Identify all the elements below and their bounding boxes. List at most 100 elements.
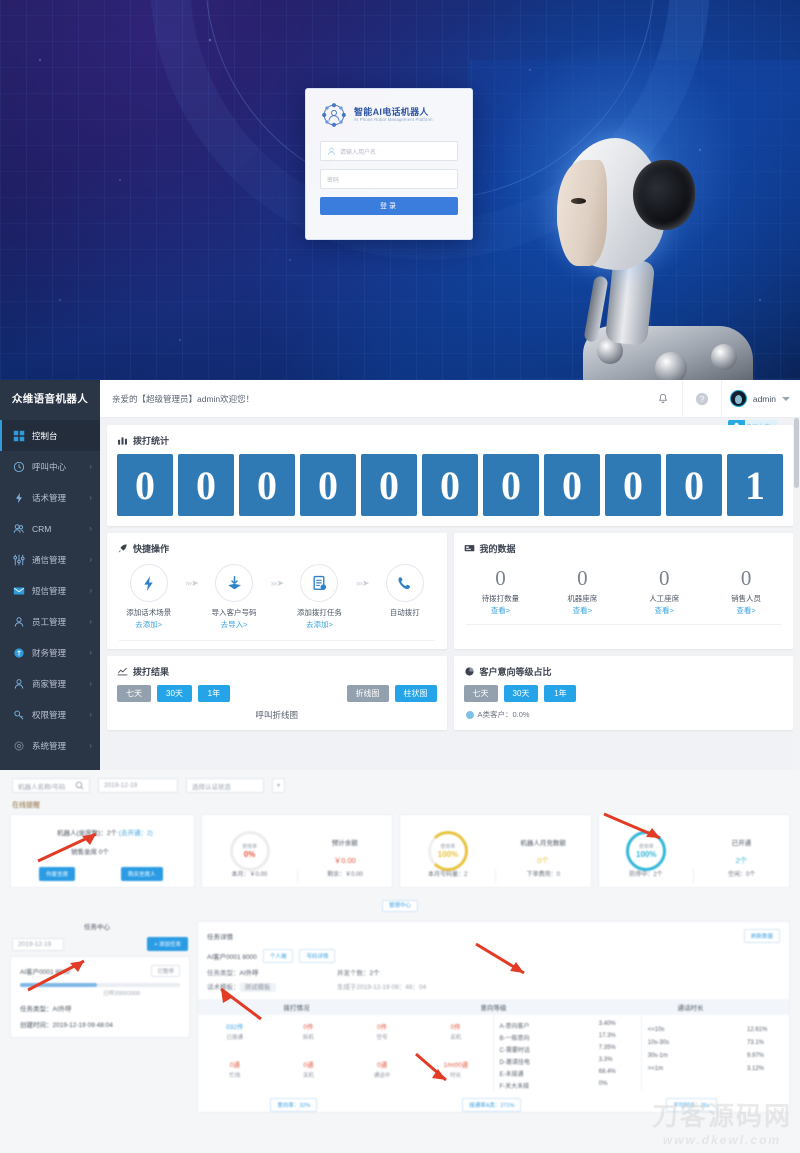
console-screenshot: 众维语音机器人 亲爱的【超级管理员】admin欢迎您！ ? admin 控制台 … (0, 380, 800, 770)
filter-bar: 机器人名称/号码 2019-12-19 选择认证状态 ▾ (0, 770, 800, 793)
sidebar-item-communication[interactable]: 通信管理 › (0, 544, 100, 575)
column-header-intent-level: 意向等级 (480, 1005, 507, 1012)
chevron-right-icon: › (89, 648, 92, 657)
cell-label: 关机 (302, 1073, 314, 1079)
page-scrollbar[interactable] (793, 418, 800, 770)
chevron-right-icon: › (89, 462, 92, 471)
digit-tile: 0 (666, 454, 722, 516)
range-1year-button[interactable]: 1年 (197, 685, 230, 703)
stat-link[interactable]: 查看> (623, 605, 705, 616)
sidebar-item-label: 权限管理 (32, 709, 67, 720)
add-task-button[interactable]: + 添加任务 (147, 937, 188, 951)
stat-link[interactable]: 查看> (705, 605, 787, 616)
chart-type-bar-button[interactable]: 柱状图 (394, 685, 437, 703)
task-list-item[interactable]: AI客户0001 8000 已暂停 已呼2000/2000 任务类型：AI外呼 … (10, 956, 190, 1038)
robot-eye (571, 198, 586, 204)
sidebar-item-staff[interactable]: 员工管理 › (0, 606, 100, 637)
sidebar-item-label: 通信管理 (32, 554, 67, 565)
buy-seat-button[interactable]: 购买坐席人 (121, 867, 163, 881)
robot-seat-link[interactable]: (去开通：2) (119, 830, 153, 837)
task-type-row: 任务类型：AI外呼 (20, 1003, 180, 1013)
number-detail-button[interactable]: 号码详情 (299, 949, 336, 963)
intent-row: A-意向客户 3.40% (494, 1019, 641, 1031)
intent-row: D-邀请挂电 3.3% (494, 1055, 641, 1067)
cell-label: 忙线 (229, 1073, 241, 1079)
usage-gauge: 使用率 100% (626, 831, 667, 871)
username-field[interactable]: 请输入用户名 (320, 141, 458, 161)
cell-label: 关机 (450, 1035, 462, 1041)
range-7days-button[interactable]: 七天 (117, 685, 151, 703)
sidebar-item-merchant[interactable]: 商家管理 › (0, 668, 100, 699)
search-input[interactable]: 机器人名称/号码 (12, 778, 90, 793)
quick-op-step[interactable]: 添加拨打任务 去添加> (288, 564, 350, 630)
intent-value: 3.3% (598, 1056, 613, 1063)
duration-key: 10s-30s (647, 1039, 670, 1046)
stat-link[interactable]: 查看> (460, 605, 542, 616)
chevron-right-icon: › (89, 524, 92, 533)
scrollbar-thumb[interactable] (794, 418, 799, 488)
void-seat-button[interactable]: 作废坐席 (39, 867, 76, 881)
usage-money-card-1: 使用率 0% 预计余额 ￥0.00 本月：￥0.00 剩余：￥0.00 (201, 814, 394, 888)
gauge-value: 100% (636, 850, 657, 859)
manage-center-pill[interactable]: 管理中心 (381, 900, 418, 912)
quick-ops-title-row: 快捷操作 (107, 533, 447, 562)
gauge-value: 0% (243, 850, 256, 859)
money-label: 预计余额 (331, 839, 358, 847)
notifications-button[interactable] (644, 380, 682, 418)
quick-op-step[interactable]: 自动拨打 (374, 564, 436, 617)
watermark: 刀客源码网 www.dkewl.com (652, 1096, 792, 1147)
sidebar-item-script-management[interactable]: 话术管理 › (0, 482, 100, 513)
sidebar-item-permission[interactable]: 权限管理 › (0, 699, 100, 730)
status-cell: 1/m00通 时长 (419, 1053, 493, 1091)
call-result-title-row: 拨打结果 (107, 656, 447, 685)
date-input[interactable]: 2019-12-19 (98, 778, 178, 793)
login-submit-button[interactable]: 登录 (320, 197, 458, 215)
digit-tile: 0 (422, 454, 478, 516)
column-header-call-duration: 通话时长 (677, 1005, 704, 1012)
sidebar-item-label: 财务管理 (32, 647, 67, 658)
step-link[interactable]: 去导入> (221, 619, 248, 630)
duration-value: 73.1% (747, 1039, 765, 1046)
password-field[interactable]: 密码 (320, 169, 458, 189)
intent-ratio-title: 客户意向等级占比 (479, 667, 552, 678)
personal-end-button[interactable]: 个人端 (262, 949, 294, 963)
quick-op-step[interactable]: 添加话术场景 去添加> (118, 564, 180, 630)
console-content: 拨打统计 0 0 0 0 0 0 0 0 0 0 1 快捷操作 添加话术场景 去… (100, 418, 800, 770)
step-label: 自动拨打 (389, 608, 420, 617)
sidebar-item-finance[interactable]: 财务管理 › (0, 637, 100, 668)
footer-left-text: 本月：￥0.00 (231, 872, 268, 878)
sidebar-item-crm[interactable]: CRM › (0, 513, 100, 544)
robot-joint (655, 352, 687, 380)
refresh-data-button[interactable]: 刷新数据 (743, 929, 780, 943)
status-select[interactable]: 选择认证状态 (186, 778, 264, 793)
range-30days-button[interactable]: 30天 (503, 685, 539, 703)
sidebar-item-label: 系统管理 (32, 740, 67, 751)
chart-type-line-button[interactable]: 折线图 (346, 685, 389, 703)
sidebar-item-dashboard[interactable]: 控制台 (0, 420, 100, 451)
help-button[interactable]: ? (683, 380, 721, 418)
range-30days-button[interactable]: 30天 (157, 685, 192, 703)
step-link[interactable]: 去添加> (306, 619, 333, 630)
stat-link[interactable]: 查看> (541, 605, 623, 616)
digit-tile: 1 (727, 454, 783, 516)
task-date-input[interactable]: 2019-12-19 (12, 937, 64, 951)
avatar (729, 390, 747, 407)
range-7days-button[interactable]: 七天 (463, 685, 498, 703)
user-menu[interactable]: admin (722, 380, 800, 418)
footer-right-text: 空闲：0个 (727, 872, 756, 878)
task-time-label: 创建时间： (20, 1022, 53, 1029)
login-title-block: 智能AI电话机器人 AI Phone Robot Management Plat… (354, 107, 433, 122)
sidebar-item-sms[interactable]: 短信管理 › (0, 575, 100, 606)
quick-op-step[interactable]: 导入客户号码 去导入> (203, 564, 265, 630)
sidebar-item-call-center[interactable]: 呼叫中心 › (0, 451, 100, 482)
connect-rate-pill[interactable]: 接通率A类：271% (462, 1098, 522, 1112)
intent-rate-pill[interactable]: 意向率：32% (270, 1098, 318, 1112)
sidebar-item-system[interactable]: 系统管理 › (0, 730, 100, 761)
status-select-chevron[interactable]: ▾ (272, 778, 285, 793)
task-status-button[interactable]: 已暂停 (151, 965, 180, 977)
duration-row: <=10s 12.61% (642, 1023, 789, 1036)
step-link[interactable]: 去添加> (135, 619, 162, 630)
range-1year-button[interactable]: 1年 (544, 685, 577, 703)
detail-script-value[interactable]: 测试模板 (239, 983, 276, 992)
lower-split-row: 任务中心 2019-12-19 + 添加任务 AI客户0001 8000 已暂停 (0, 912, 800, 1113)
